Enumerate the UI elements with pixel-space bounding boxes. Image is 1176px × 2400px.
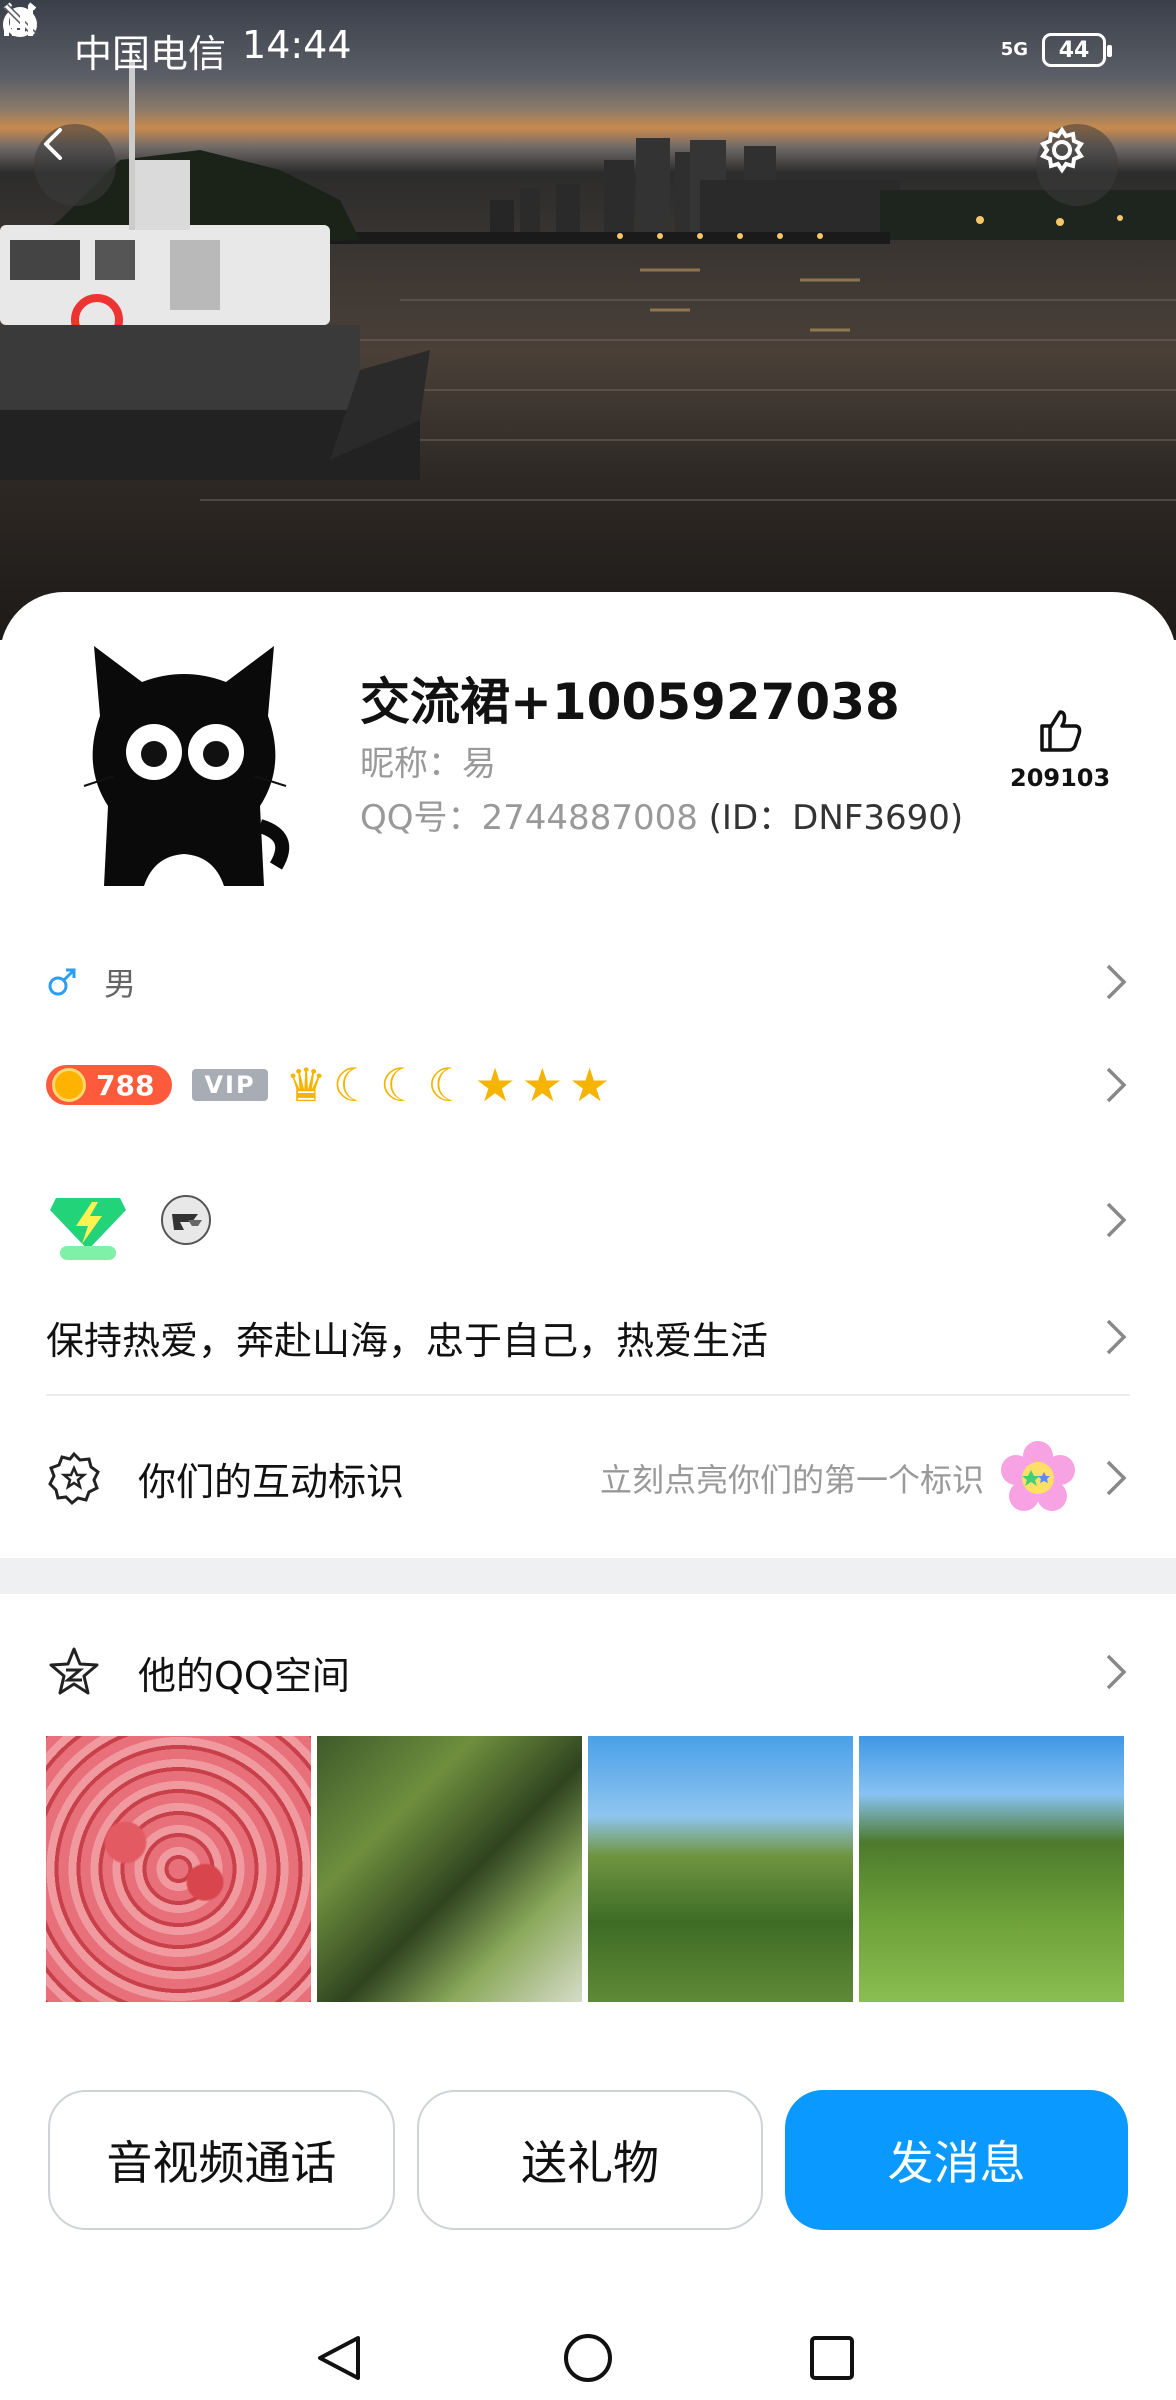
qq-label: QQ号： — [360, 798, 482, 838]
coin-icon — [52, 1068, 86, 1102]
carrier-label: 中国电信 — [74, 31, 227, 76]
gear-icon — [1040, 126, 1084, 174]
chevron-right-icon — [1106, 964, 1127, 1000]
interaction-marks-row[interactable]: 你们的互动标识 立刻点亮你们的第一个标识 — [46, 1428, 1130, 1528]
star-icon: ★ — [521, 1058, 564, 1112]
profile-name: 交流裙+1005927038 — [360, 673, 900, 731]
action-bar: 音视频通话 送礼物 发消息 — [48, 2090, 1129, 2230]
gender-row[interactable]: 男 — [46, 952, 1130, 1012]
chevron-right-icon — [1106, 1460, 1127, 1496]
qzone-row[interactable]: 他的QQ空间 — [46, 1630, 1130, 1714]
section-gap — [0, 1558, 1176, 1594]
send-message-button[interactable]: 发消息 — [785, 2090, 1129, 2230]
chevron-right-icon — [1106, 1654, 1127, 1690]
nickname-value: 易 — [462, 744, 496, 784]
divider — [46, 1394, 1130, 1396]
network-label: 5G — [1000, 39, 1028, 60]
back-button[interactable] — [34, 124, 116, 206]
send-gift-button[interactable]: 送礼物 — [416, 2090, 764, 2230]
signal-icon — [4, 6, 33, 36]
qzone-photo[interactable] — [46, 1736, 311, 2002]
avatar[interactable] — [64, 626, 304, 886]
user-id: (ID：DNF3690) — [708, 798, 964, 838]
like-count: 209103 — [1010, 764, 1111, 792]
chevron-right-icon — [1106, 1319, 1127, 1355]
qzone-photo[interactable] — [859, 1736, 1124, 2002]
chevron-right-icon — [1106, 1067, 1127, 1103]
nickname-line: 昵称：易 — [360, 736, 496, 785]
cover-photo[interactable]: 中国电信 14:44 5G 44 — [0, 0, 1176, 640]
qzone-photo[interactable] — [588, 1736, 853, 2002]
settings-button[interactable] — [1036, 124, 1118, 206]
qzone-photo[interactable] — [317, 1736, 582, 2002]
signature-row[interactable]: 保持热爱，奔赴山海，忠于自己，热爱生活 — [46, 1302, 1130, 1372]
moon-icon: ☾ — [427, 1058, 469, 1112]
qq-number: 2744887008 — [481, 798, 698, 838]
crossfire-icon — [161, 1195, 211, 1245]
coin-badge: 788 — [46, 1065, 173, 1105]
interaction-title: 你们的互动标识 — [138, 1459, 405, 1504]
star-icon: ★ — [569, 1058, 611, 1112]
clock: 14:44 — [242, 22, 352, 67]
gender-label: 男 — [104, 965, 137, 1003]
profile-card: 交流裙+1005927038 昵称：易 QQ号：2744887008 (ID：D… — [0, 592, 1176, 2400]
nav-home-icon[interactable] — [564, 2334, 612, 2382]
game-badges-row[interactable] — [46, 1172, 1130, 1268]
flower-badge-icon — [1001, 1441, 1075, 1511]
vip-badge: VIP — [192, 1069, 268, 1101]
coin-value: 788 — [96, 1068, 155, 1102]
system-nav-bar — [318, 2334, 854, 2382]
badge-star-icon — [48, 1451, 100, 1506]
interaction-hint: 立刻点亮你们的第一个标识 — [599, 1461, 984, 1499]
chevron-right-icon — [1106, 1202, 1127, 1238]
battery-indicator: 44 — [1042, 33, 1112, 67]
nav-recents-icon[interactable] — [810, 2336, 854, 2380]
level-icons: ♛ ☾ ☾ ☾ ★ ★ ★ — [286, 1062, 611, 1108]
black-cat-avatar — [66, 638, 302, 886]
av-call-button[interactable]: 音视频通话 — [48, 2090, 395, 2230]
nickname-label: 昵称： — [360, 744, 462, 784]
crown-icon: ♛ — [285, 1058, 327, 1112]
thumbs-up-icon — [1040, 710, 1082, 752]
qq-number-line[interactable]: QQ号：2744887008 (ID：DNF3690) — [360, 790, 963, 839]
qzone-photos — [46, 1736, 1124, 2002]
nav-back-icon[interactable] — [318, 2336, 360, 2380]
chevron-left-icon — [44, 128, 62, 160]
like-button[interactable]: 209103 — [1010, 704, 1110, 792]
level-badge-row[interactable]: 788 VIP ♛ ☾ ☾ ☾ ★ ★ ★ — [46, 1052, 1130, 1118]
moon-icon: ☾ — [332, 1058, 375, 1112]
moon-icon: ☾ — [380, 1058, 422, 1112]
star-icon: ★ — [474, 1058, 516, 1112]
male-icon — [48, 968, 76, 996]
status-bar: 中国电信 14:44 5G 44 — [0, 0, 1176, 100]
lightning-gem-icon — [50, 1198, 126, 1260]
qzone-title: 他的QQ空间 — [138, 1653, 350, 1698]
qzone-star-icon — [49, 1647, 99, 1695]
signature-text: 保持热爱，奔赴山海，忠于自己，热爱生活 — [46, 1318, 769, 1363]
